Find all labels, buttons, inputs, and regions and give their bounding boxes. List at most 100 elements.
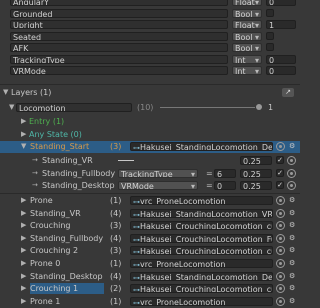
condition-threshold-field[interactable]: 6 <box>214 168 236 178</box>
triangle-right-icon[interactable]: ▶ <box>21 195 26 206</box>
triangle-right-icon[interactable]: ▶ <box>21 220 26 231</box>
object-picker-icon[interactable] <box>287 156 296 165</box>
motion-field[interactable]: ⊶Hakusei_CrouchingLocomotion_cute <box>130 221 273 231</box>
gear-icon[interactable]: ⚙ <box>289 220 295 231</box>
triangle-right-icon[interactable]: → <box>32 168 38 179</box>
parameter-type-dropdown[interactable]: Int <box>232 66 262 75</box>
gear-icon[interactable]: ⚙ <box>289 296 295 307</box>
triangle-right-icon[interactable]: ▶ <box>21 258 26 269</box>
state-row[interactable]: ▶ Prone 1 (1) ⊶vrc_ProneLocomotion ⚙ <box>0 296 300 308</box>
transition-enabled-checkbox[interactable]: ✓ <box>276 181 284 189</box>
layer-row[interactable]: ▼ Locomotion (10) 1 <box>0 102 300 113</box>
state-row[interactable]: ▶ Standing_Fullbody (4) ⊶Hakusei_CrouchingL… <box>0 233 300 245</box>
object-picker-icon[interactable] <box>276 259 285 268</box>
parameter-default-field[interactable]: 1 <box>266 20 296 29</box>
weight-slider-handle[interactable] <box>256 104 262 110</box>
any-state-row[interactable]: ▶ Any State (0) <box>0 129 300 140</box>
triangle-right-icon[interactable]: ▶ <box>21 233 26 244</box>
parameter-type-dropdown[interactable]: Float <box>232 0 262 6</box>
object-picker-icon[interactable] <box>276 271 285 281</box>
state-row[interactable]: ▶ Crouching (3) ⊶Hakusei_CrouchingLocomotio… <box>0 220 300 232</box>
motion-field[interactable]: ⊶Hakusei_StandingLocomotion_VR <box>130 208 273 218</box>
state-row[interactable]: ▶ Prone 0 (1) ⊶vrc_ProneLocomotion ⚙ <box>0 258 300 270</box>
object-picker-icon[interactable] <box>276 221 285 231</box>
condition-parameter-dropdown[interactable]: TrackingType <box>118 168 198 178</box>
parameter-name-field[interactable]: TrackingType <box>10 54 228 64</box>
object-picker-icon[interactable] <box>287 168 296 178</box>
parameter-row[interactable]: TrackingType Int 0 <box>0 54 300 65</box>
parameter-default-checkbox[interactable] <box>266 31 274 40</box>
standing-start-row[interactable]: ▼ Standing_Start (3) ⊶Hakusei_StandingLo… <box>0 141 300 153</box>
motion-field[interactable]: ⊶Hakusei_CrouchingLocomotion_cute <box>130 284 273 294</box>
motion-field[interactable]: ⊶vrc_ProneLocomotion <box>130 296 273 306</box>
parameter-row[interactable]: Grounded Bool <box>0 8 300 19</box>
transition-row[interactable]: → Standing_VR 0.25 ✓ <box>0 155 300 166</box>
parameter-name-field[interactable]: AFK <box>10 43 228 52</box>
expand-arrow-icon[interactable]: ↗ <box>282 88 294 97</box>
transition-value-field[interactable]: 0.25 <box>240 156 272 165</box>
parameter-type-dropdown[interactable]: Bool <box>232 31 262 41</box>
state-row[interactable]: ▶ Standing_VR (4) ⊶Hakusei_StandingLocomoti… <box>0 208 300 220</box>
parameter-default-field[interactable]: 0 <box>266 54 296 64</box>
parameter-type-dropdown[interactable]: Bool <box>232 43 262 52</box>
gear-icon[interactable]: ⚙ <box>289 283 295 294</box>
parameter-row[interactable]: AngularY Float 0 <box>0 0 300 7</box>
triangle-right-icon[interactable]: ▶ <box>21 208 26 219</box>
triangle-down-icon[interactable]: ▼ <box>21 141 26 152</box>
state-row[interactable]: ▶ Standing_Desktop (4) ⊶Hakusei_StandingLoc… <box>0 271 300 283</box>
object-picker-icon[interactable] <box>276 196 285 205</box>
parameter-name-field[interactable]: VRMode <box>10 66 228 75</box>
object-picker-icon[interactable] <box>276 142 285 151</box>
triangle-right-icon[interactable]: ▶ <box>21 283 26 294</box>
state-row[interactable]: ▶ Crouching 2 (3) ⊶Hakusei_CrouchingLocomot… <box>0 245 300 257</box>
motion-field[interactable]: ⊶Hakusei_CrouchingLocomotion_cute <box>130 246 273 256</box>
object-picker-icon[interactable] <box>276 208 285 218</box>
triangle-right-icon[interactable]: ▶ <box>21 245 26 256</box>
parameter-name-field[interactable]: AngularY <box>10 0 228 6</box>
triangle-right-icon[interactable]: ▶ <box>21 129 26 140</box>
condition-threshold-field[interactable]: 0 <box>214 181 236 190</box>
entry-row[interactable]: ▶ Entry (1) <box>0 116 300 127</box>
triangle-right-icon[interactable]: → <box>32 155 38 166</box>
parameter-name-field[interactable]: Grounded <box>10 8 228 18</box>
object-picker-icon[interactable] <box>276 233 285 243</box>
object-picker-icon[interactable] <box>276 296 285 306</box>
transition-enabled-checkbox[interactable]: ✓ <box>276 156 284 164</box>
state-row[interactable]: ▶ Prone (1) ⊶vrc_ProneLocomotion ⚙ <box>0 195 300 207</box>
parameter-row[interactable]: AFK Bool <box>0 42 300 53</box>
gear-icon[interactable]: ⚙ <box>289 245 295 256</box>
parameter-row[interactable]: Seated Bool <box>0 31 300 42</box>
parameter-default-checkbox[interactable] <box>266 8 274 17</box>
transition-value-field[interactable]: 0.25 <box>240 168 272 178</box>
layers-header[interactable]: ▼ Layers (1) ↗ <box>0 87 300 98</box>
parameter-type-dropdown[interactable]: Float <box>232 20 262 29</box>
triangle-right-icon[interactable]: ▶ <box>21 271 26 282</box>
motion-field[interactable]: ⊶Hakusei_StandingLocomotion_Deskto <box>130 271 273 281</box>
parameter-row[interactable]: Upright Float 1 <box>0 19 300 30</box>
object-picker-icon[interactable] <box>276 284 285 294</box>
parameter-name-field[interactable]: Upright <box>10 20 228 29</box>
triangle-down-icon[interactable]: ▼ <box>3 87 8 98</box>
parameter-default-field[interactable]: 0 <box>266 0 296 6</box>
triangle-right-icon[interactable]: ▶ <box>21 296 26 307</box>
motion-field[interactable]: ⊶vrc_ProneLocomotion <box>130 259 273 268</box>
gear-icon[interactable]: ⚙ <box>289 141 295 152</box>
gear-icon[interactable]: ⚙ <box>289 195 295 206</box>
motion-field[interactable]: ⊶vrc_ProneLocomotion <box>130 196 273 205</box>
condition-parameter-dropdown[interactable]: VRMode <box>118 181 198 190</box>
parameter-default-checkbox[interactable] <box>266 43 274 51</box>
weight-value[interactable]: 1 <box>268 102 273 113</box>
gear-icon[interactable]: ⚙ <box>289 233 295 244</box>
motion-field[interactable]: ⊶Hakusei_CrouchingLocomotion_FullBo <box>130 233 273 243</box>
transition-value-field[interactable]: 0.25 <box>240 181 272 190</box>
parameter-name-field[interactable]: Seated <box>10 31 228 41</box>
triangle-down-icon[interactable]: ▼ <box>9 102 14 113</box>
gear-icon[interactable]: ⚙ <box>289 208 295 219</box>
triangle-right-icon[interactable]: → <box>32 180 38 191</box>
triangle-right-icon[interactable]: ▶ <box>21 116 26 127</box>
transition-row[interactable]: → Standing_FullbodyTrackingType =6 0.25 ✓ <box>0 168 300 179</box>
transition-enabled-checkbox[interactable]: ✓ <box>276 168 284 177</box>
state-row[interactable]: ▶ Crouching 1 (2) ⊶Hakusei_CrouchingLocomot… <box>0 283 300 295</box>
parameter-type-dropdown[interactable]: Int <box>232 54 262 64</box>
object-picker-icon[interactable] <box>276 246 285 256</box>
